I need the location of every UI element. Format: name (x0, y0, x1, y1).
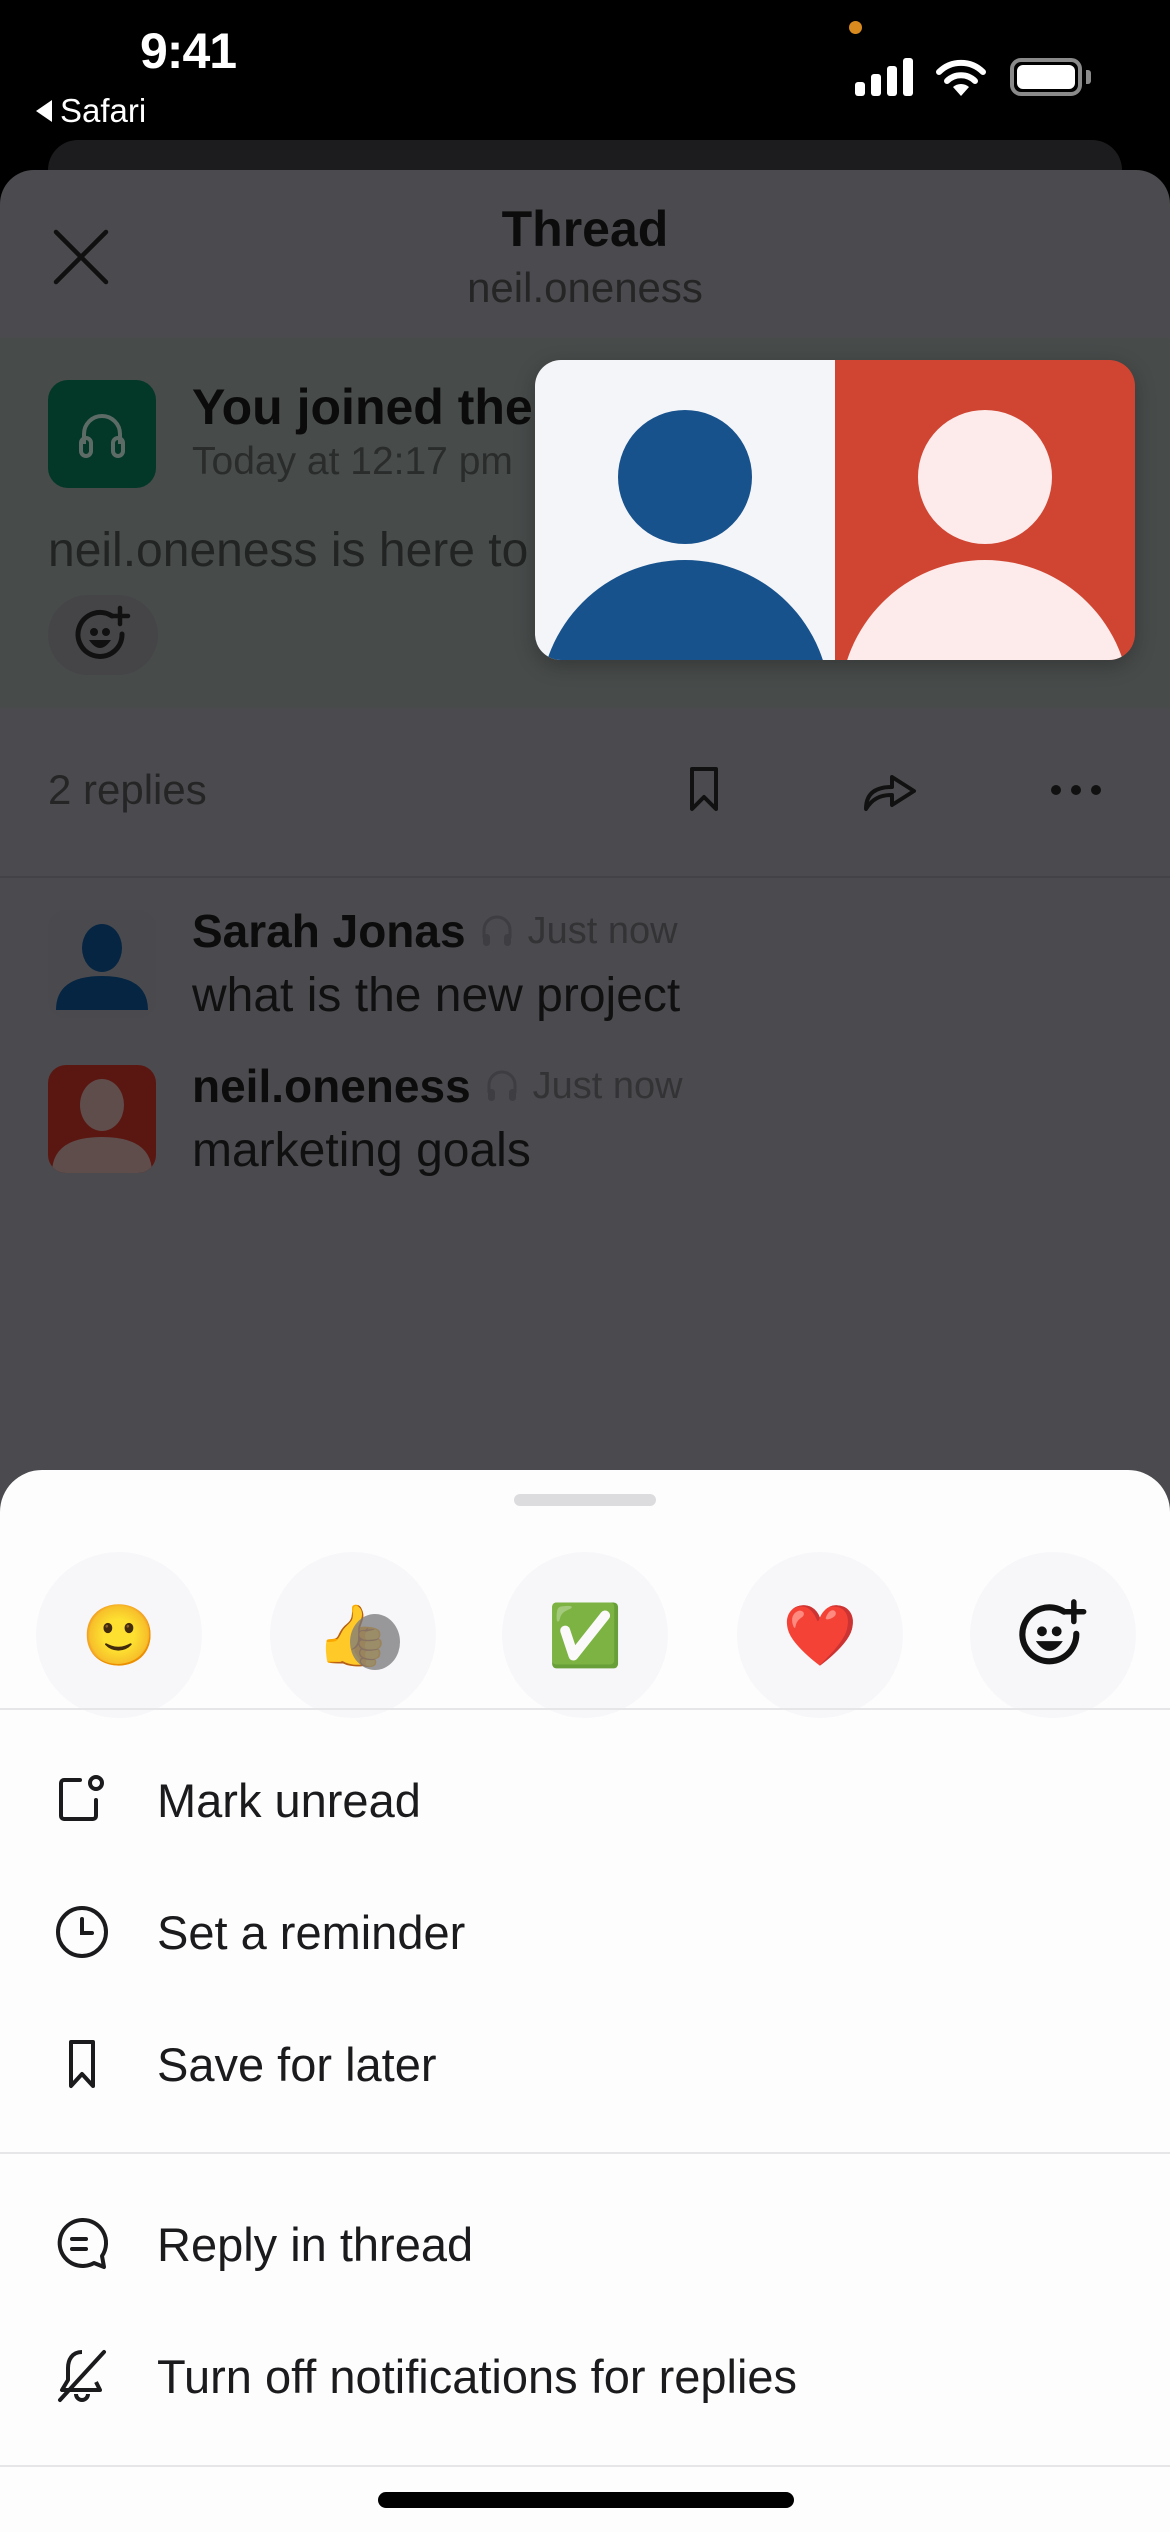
parent-message-timestamp: Today at 12:17 pm (192, 440, 513, 483)
menu-label: Mark unread (157, 1773, 421, 1827)
person-body (540, 560, 830, 660)
huddle-tile-neil (835, 360, 1135, 660)
menu-label: Set a reminder (157, 1905, 466, 1959)
bookmark-icon (690, 767, 718, 811)
back-to-safari-button[interactable]: Safari (36, 92, 146, 130)
add-emoji-icon (75, 605, 131, 659)
person-body (840, 560, 1130, 660)
mark-unread-icon (59, 1775, 104, 1821)
avatar-neil (48, 1065, 156, 1173)
add-reaction-button[interactable] (48, 595, 158, 675)
quick-reactions-row: 🙂 👍 ✅ ❤️ (0, 1518, 1170, 1718)
menu-item-mark-unread[interactable]: Mark unread (0, 1734, 1170, 1866)
menu-label: Turn off notifications for replies (157, 2349, 798, 2403)
battery-icon (1010, 58, 1082, 96)
back-triangle-icon (36, 100, 52, 122)
parent-message-title: You joined the (192, 379, 533, 435)
divider (0, 1708, 1170, 1710)
person-head (618, 410, 752, 544)
person-silhouette-icon (56, 924, 148, 1010)
check-mark-emoji-icon: ✅ (547, 1600, 623, 1671)
reply-text: what is the new project (192, 969, 681, 1022)
reply-author: Sarah Jonas (192, 905, 466, 957)
replies-count: 2 replies (48, 766, 207, 813)
status-time: 9:41 (140, 23, 237, 79)
bell-off-icon (58, 2350, 106, 2402)
sheet-grabber[interactable] (514, 1494, 656, 1506)
person-head (918, 410, 1052, 544)
thread-actions-bar: 2 replies (0, 708, 1170, 878)
add-reaction-button[interactable] (970, 1552, 1136, 1718)
menu-item-set-reminder[interactable]: Set a reminder (0, 1866, 1170, 1998)
mic-in-use-indicator (849, 21, 862, 34)
page-title: Thread (501, 201, 669, 257)
reply-author: neil.oneness (192, 1060, 471, 1112)
share-arrow-icon (864, 775, 916, 811)
huddle-tile-sarah (535, 360, 835, 660)
divider (0, 2465, 1170, 2467)
menu-item-turn-off-notifications[interactable]: Turn off notifications for replies (0, 2310, 1170, 2442)
bookmark-icon (69, 2040, 95, 2088)
cellular-signal-icon (855, 58, 913, 96)
reaction-check-mark[interactable]: ✅ (502, 1552, 668, 1718)
person-silhouette-icon (52, 1079, 152, 1173)
battery-tip (1086, 70, 1091, 84)
more-options-button[interactable] (1046, 760, 1106, 820)
menu-label: Save for later (157, 2037, 437, 2091)
headphones-icon (482, 915, 512, 946)
headphones-icon (79, 414, 125, 458)
share-button[interactable] (860, 760, 920, 820)
back-app-label: Safari (60, 92, 147, 129)
reaction-thumbs-up[interactable]: 👍 (270, 1552, 436, 1718)
smiley-emoji-icon: 🙂 (81, 1600, 157, 1671)
message-actions-sheet: 🙂 👍 ✅ ❤️ Mark unre (0, 1470, 1170, 2532)
huddle-video-pip[interactable] (535, 360, 1135, 660)
reaction-red-heart[interactable]: ❤️ (737, 1552, 903, 1718)
menu-item-reply-in-thread[interactable]: Reply in thread (0, 2178, 1170, 2310)
parent-message-text: neil.oneness is here to (48, 524, 529, 577)
reply-time: Just now (527, 909, 678, 952)
reply-thread-icon (57, 2217, 108, 2269)
reaction-slightly-smiling-face[interactable]: 🙂 (36, 1552, 202, 1718)
headphones-icon (487, 1070, 517, 1101)
divider (0, 2152, 1170, 2154)
menu-item-save-for-later[interactable]: Save for later (0, 1998, 1170, 2130)
more-dots-icon (1051, 785, 1101, 795)
add-emoji-icon (1019, 1599, 1087, 1665)
wifi-icon (936, 59, 986, 96)
reply-time: Just now (532, 1064, 683, 1107)
thumbs-up-emoji-icon: 👍 (316, 1600, 400, 1671)
skin-tone-indicator (349, 1613, 400, 1670)
avatar-sarah (48, 910, 156, 1018)
menu-label: Reply in thread (157, 2217, 474, 2271)
page-subtitle: neil.oneness (467, 264, 703, 311)
status-bar: 9:41 Safari (0, 0, 1170, 150)
reply-text: marketing goals (192, 1124, 531, 1177)
reply-message[interactable]: neil.oneness Just now marketing goals (0, 1060, 1170, 1215)
thread-header: Thread neil.oneness (0, 170, 1170, 338)
home-indicator[interactable] (378, 2492, 794, 2508)
clock-icon (56, 1906, 108, 1958)
bookmark-button[interactable] (674, 760, 734, 820)
heart-emoji-icon: ❤️ (782, 1600, 858, 1671)
huddle-avatar (48, 380, 156, 488)
reply-message[interactable]: Sarah Jonas Just now what is the new pro… (0, 905, 1170, 1060)
